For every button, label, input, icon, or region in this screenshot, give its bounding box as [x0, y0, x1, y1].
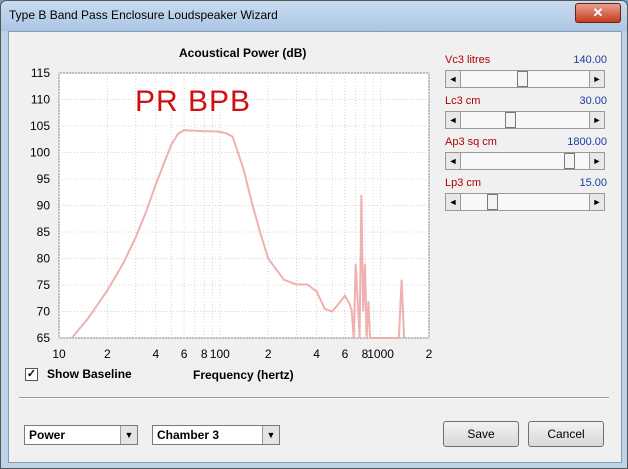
wizard-window: Type B Band Pass Enclosure Loudspeaker W… — [0, 0, 628, 469]
x-tick-label: 4 — [152, 347, 159, 361]
chevron-left-icon[interactable]: ◄ — [446, 194, 461, 210]
param-slider[interactable]: ◄ ► — [445, 70, 605, 88]
y-tick-label: 85 — [37, 225, 51, 239]
chart: Acoustical Power (dB) 115 110 105 100 95 90 85… — [9, 32, 439, 382]
y-tick-label: 75 — [37, 278, 51, 292]
y-tick-label: 110 — [31, 93, 50, 107]
chevron-right-icon[interactable]: ► — [589, 194, 604, 210]
baseline-checkmark[interactable]: ✓ — [25, 367, 38, 381]
slider-thumb[interactable] — [486, 194, 498, 210]
slider-thumb[interactable] — [505, 112, 517, 128]
chevron-right-icon[interactable]: ► — [589, 71, 604, 87]
chevron-right-icon[interactable]: ► — [589, 112, 604, 128]
pr-bpb-annotation: PR BPB — [135, 85, 251, 118]
cancel-button[interactable]: Cancel — [528, 421, 604, 447]
param-value: 30.00 — [579, 95, 607, 107]
param-label: Lc3 cm — [445, 95, 481, 107]
show-baseline-checkbox[interactable]: ✓ Show Baseline — [25, 367, 132, 381]
y-tick-label: 80 — [37, 252, 51, 266]
param-value: 140.00 — [573, 54, 607, 66]
chevron-right-icon[interactable]: ► — [589, 153, 604, 169]
x-tick-label: 10 — [52, 347, 66, 361]
x-tick-label: 2 — [265, 347, 272, 361]
param-label: Ap3 sq cm — [445, 136, 497, 148]
x-tick-label: 8 — [201, 347, 208, 361]
y-tick-label: 100 — [30, 146, 50, 160]
x-tick-label: 100 — [210, 347, 230, 361]
chevron-left-icon[interactable]: ◄ — [446, 71, 461, 87]
x-tick-label: 6 — [181, 347, 188, 361]
chevron-down-icon[interactable]: ▼ — [262, 426, 279, 444]
show-baseline-label: Show Baseline — [47, 367, 132, 381]
save-button[interactable]: Save — [443, 421, 519, 447]
x-tick-label: 1000 — [367, 347, 394, 361]
close-icon[interactable]: ✕ — [575, 3, 621, 23]
mode-select[interactable]: Power ▼ — [24, 425, 138, 445]
chamber-select[interactable]: Chamber 3 ▼ — [152, 425, 280, 445]
param-slider[interactable]: ◄ ► — [445, 111, 605, 129]
param-label: Lp3 cm — [445, 177, 482, 189]
y-tick-label: 70 — [37, 305, 51, 319]
x-tick-label: 6 — [342, 347, 349, 361]
param-value: 1800.00 — [567, 136, 607, 148]
slider-thumb[interactable] — [563, 153, 575, 169]
slider-thumb[interactable] — [517, 71, 529, 87]
window-title: Type B Band Pass Enclosure Loudspeaker W… — [9, 8, 278, 22]
title-bar: Type B Band Pass Enclosure Loudspeaker W… — [1, 1, 627, 31]
param-slider[interactable]: ◄ ► — [445, 152, 605, 170]
y-tick-label: 90 — [37, 199, 51, 213]
x-tick-label: 2 — [104, 347, 111, 361]
y-tick-label: 115 — [31, 66, 50, 80]
param-slider[interactable]: ◄ ► — [445, 193, 605, 211]
mode-select-value: Power — [29, 428, 66, 442]
x-tick-label: 2 — [426, 347, 433, 361]
x-axis-label: Frequency (hertz) — [193, 368, 294, 382]
chevron-left-icon[interactable]: ◄ — [446, 153, 461, 169]
chevron-left-icon[interactable]: ◄ — [446, 112, 461, 128]
chevron-down-icon[interactable]: ▼ — [120, 426, 137, 444]
client-area: Acoustical Power (dB) 115 110 105 100 95 90 85… — [8, 31, 622, 463]
separator — [19, 397, 609, 399]
x-tick-label: 4 — [313, 347, 320, 361]
chart-svg: 1151101051009590858075706510 2 4 6 8 100 2 4 6 81… — [30, 66, 433, 361]
y-tick-label: 105 — [30, 119, 50, 133]
param-label: Vc3 litres — [445, 54, 491, 66]
y-tick-label: 65 — [37, 331, 51, 345]
param-value: 15.00 — [579, 177, 607, 189]
chamber-select-value: Chamber 3 — [157, 428, 220, 442]
y-tick-label: 95 — [37, 172, 51, 186]
